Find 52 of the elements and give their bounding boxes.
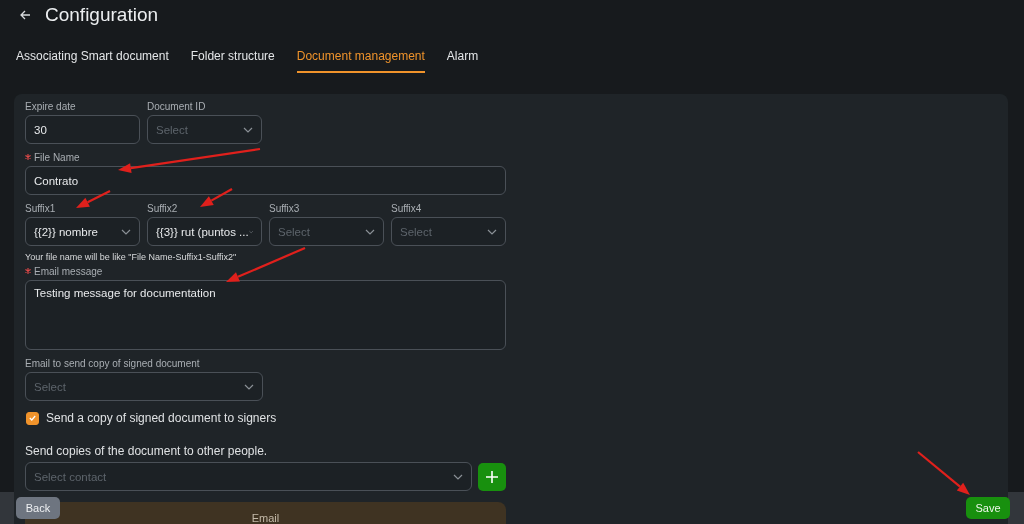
field-placeholder: Select bbox=[34, 380, 66, 393]
required-icon bbox=[25, 268, 31, 274]
chevron-down-icon bbox=[248, 228, 253, 235]
chevron-down-icon bbox=[244, 383, 254, 390]
chevron-down-icon bbox=[365, 228, 375, 235]
annotation-arrow bbox=[917, 451, 970, 495]
field-placeholder: Select contact bbox=[34, 470, 107, 483]
checkbox[interactable] bbox=[26, 411, 39, 425]
input-field[interactable]: 30 bbox=[25, 115, 140, 144]
required-icon bbox=[25, 154, 31, 160]
page-title: Configuration bbox=[45, 4, 159, 26]
field-label: Suffix4 bbox=[391, 202, 422, 214]
chevron-down-icon bbox=[487, 228, 497, 235]
field-label: Suffix2 bbox=[147, 202, 178, 214]
field-label: Suffix3 bbox=[269, 202, 300, 214]
tab[interactable]: Folder structure bbox=[190, 43, 275, 73]
save-button[interactable]: Save bbox=[966, 497, 1010, 519]
back-button[interactable]: Back bbox=[16, 497, 60, 519]
tab[interactable]: Alarm bbox=[446, 43, 479, 73]
check-icon bbox=[29, 415, 36, 421]
checkbox-label: Send a copy of signed document to signers bbox=[46, 411, 277, 425]
field-label: File Name bbox=[34, 151, 80, 163]
tab[interactable]: Document management bbox=[296, 43, 425, 73]
chevron-down-icon bbox=[121, 228, 131, 235]
field-placeholder: Select bbox=[278, 225, 310, 238]
select-field[interactable]: {{3}} rut (puntos ... bbox=[147, 217, 262, 246]
annotation-arrow bbox=[200, 188, 233, 207]
plus-icon bbox=[486, 470, 498, 483]
field-value: 30 bbox=[34, 123, 47, 136]
select-field[interactable]: {{2}} nombre bbox=[25, 217, 140, 246]
field-label: Suffix1 bbox=[25, 202, 56, 214]
field-placeholder: Select bbox=[156, 123, 188, 136]
field-value: Testing message for documentation bbox=[34, 287, 216, 299]
field-label: Document ID bbox=[147, 100, 206, 112]
field-label: Expire date bbox=[25, 100, 76, 112]
chevron-down-icon bbox=[453, 473, 463, 480]
message-field[interactable]: Testing message for documentation bbox=[25, 280, 506, 350]
annotation-arrow bbox=[76, 190, 111, 208]
section-heading: Send copies of the document to other people. bbox=[25, 444, 269, 458]
field-label: Email to send copy of signed document bbox=[25, 357, 200, 369]
field-value: {{3}} rut (puntos ... bbox=[156, 225, 249, 238]
field-value: {{2}} nombre bbox=[34, 225, 98, 238]
section-title: Email bbox=[251, 512, 280, 524]
input-field[interactable]: Contrato bbox=[25, 166, 506, 195]
tab[interactable]: Associating Smart document bbox=[16, 43, 169, 73]
back-arrow-icon[interactable] bbox=[20, 10, 31, 20]
field-placeholder: Select bbox=[400, 225, 432, 238]
field-value: Contrato bbox=[34, 174, 79, 187]
add-button[interactable] bbox=[478, 462, 506, 491]
hint-text: Your file name will be like "File Name-Suffix1-Suffix2" bbox=[25, 252, 238, 262]
field-label: Email message bbox=[34, 265, 103, 277]
chevron-down-icon bbox=[243, 126, 253, 133]
